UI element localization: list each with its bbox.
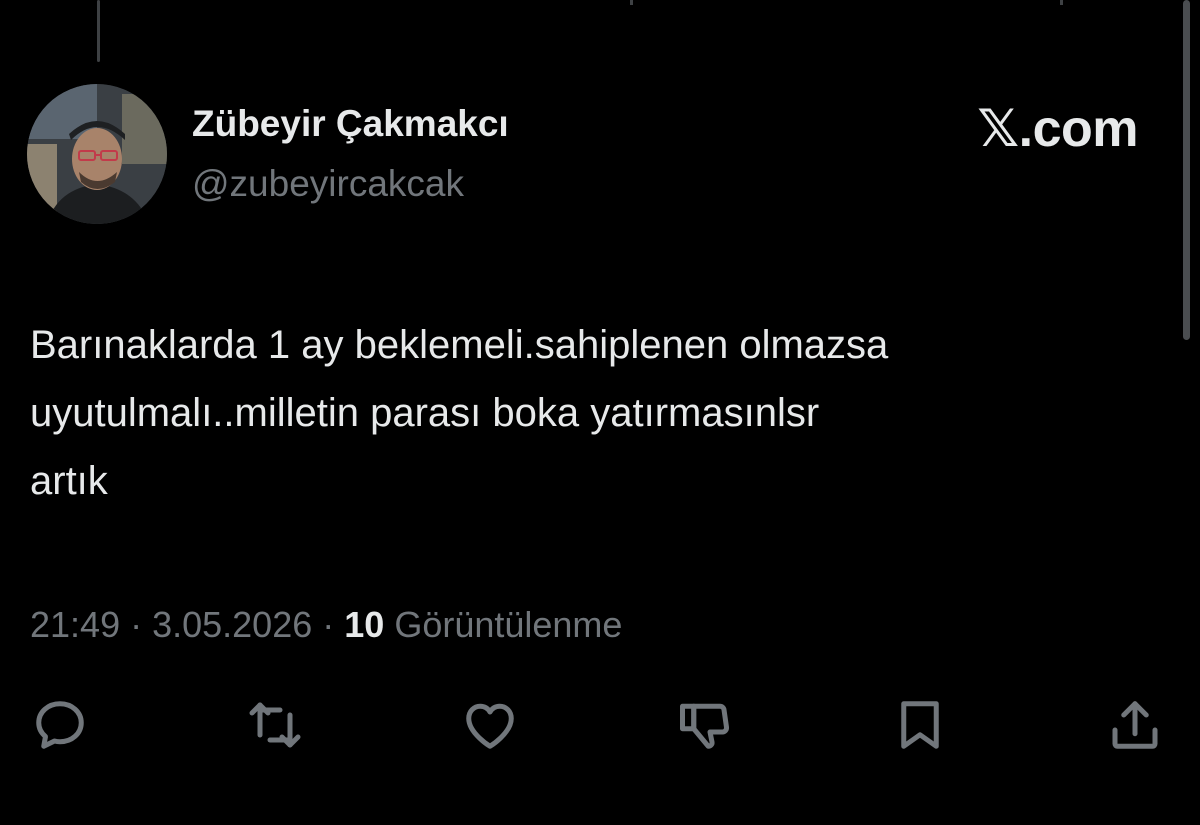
action-bar xyxy=(0,690,1200,760)
top-edge-mark xyxy=(630,0,633,5)
reply-icon xyxy=(36,701,84,749)
avatar[interactable] xyxy=(27,84,167,224)
tweet-text-line: uyutulmalı..milletin parası boka yatırma… xyxy=(30,391,820,435)
share-icon xyxy=(1112,701,1158,749)
tweet-date[interactable]: 3.05.2026 xyxy=(152,604,312,645)
like-button[interactable] xyxy=(455,690,525,760)
heart-icon xyxy=(466,703,514,749)
tweet-text-line: artık xyxy=(30,459,108,503)
reply-button[interactable] xyxy=(25,690,95,760)
scrollbar[interactable] xyxy=(1183,0,1190,340)
retweet-button[interactable] xyxy=(240,690,310,760)
share-button[interactable] xyxy=(1100,690,1170,760)
retweet-icon xyxy=(249,702,301,748)
avatar-photo xyxy=(27,84,167,224)
thumbs-down-icon xyxy=(680,703,730,749)
tweet-meta: 21:49 · 3.05.2026 · 10 Görüntülenme xyxy=(30,604,622,646)
tweet-text-line: Barınaklarda 1 ay beklemeli.sahiplenen o… xyxy=(30,323,889,367)
thread-connector-line xyxy=(97,0,100,62)
meta-separator: · xyxy=(120,604,153,645)
author-display-name[interactable]: Zübeyir Çakmakcı xyxy=(192,103,509,145)
views-label: Görüntülenme xyxy=(394,604,623,645)
views-count: 10 xyxy=(344,604,385,645)
top-edge-mark xyxy=(1060,0,1063,5)
dislike-button[interactable] xyxy=(670,690,740,760)
author-handle[interactable]: @zubeyircakcak xyxy=(192,163,464,205)
bookmark-icon xyxy=(901,701,939,749)
tweet-text: Barınaklarda 1 ay beklemeli.sahiplenen o… xyxy=(30,311,1180,515)
tweet-time[interactable]: 21:49 xyxy=(30,604,120,645)
bookmark-button[interactable] xyxy=(885,690,955,760)
brand-logo: 𝕏.com xyxy=(977,100,1138,158)
meta-separator: · xyxy=(312,604,345,645)
